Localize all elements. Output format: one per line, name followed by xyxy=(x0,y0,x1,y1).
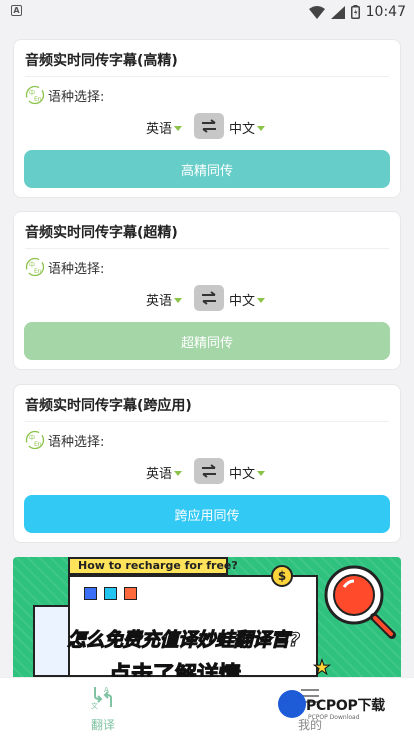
high-precision-translate-button[interactable]: 高精同传 xyxy=(24,150,390,188)
translate-icon: 中En xyxy=(25,430,45,450)
wifi-icon xyxy=(308,5,325,19)
language-selector: 英语 中文 xyxy=(14,458,400,484)
translate-icon: 中En xyxy=(25,85,45,105)
chevron-down-icon xyxy=(257,471,266,476)
language-label: 语种选择: xyxy=(48,89,105,105)
magnifier-icon xyxy=(324,565,396,639)
card-cross-app: 音频实时同传字幕(跨应用) 中 En 语种选择: 英语 中文 跨应用同传 xyxy=(13,384,401,543)
notification-icon: A xyxy=(11,5,22,16)
headline-part: 充值译妙蛙翻译官? xyxy=(141,629,301,652)
divider xyxy=(25,248,389,249)
swap-languages-button[interactable] xyxy=(194,285,224,311)
target-language-dropdown[interactable]: 中文 xyxy=(229,463,266,482)
banner-question: How to recharge for free? xyxy=(68,557,238,575)
promo-banner[interactable]: How to recharge for free? $ 怎么免费充值译妙蛙翻译官… xyxy=(13,557,401,677)
card-title: 音频实时同传字幕(跨应用) xyxy=(25,398,192,414)
cross-app-translate-button[interactable]: 跨应用同传 xyxy=(24,495,390,533)
language-selector: 英语 中文 xyxy=(14,285,400,311)
watermark-tagline: PCPOP Download xyxy=(308,714,360,721)
headline-part: 怎么 xyxy=(66,629,105,652)
tab-translate[interactable]: A 文 翻译 xyxy=(73,684,133,733)
star-icon: ★ xyxy=(313,655,332,678)
status-bar: A 10:47 xyxy=(0,0,414,24)
card-high-precision: 音频实时同传字幕(高精) 中 En 语种选择: 英语 中文 高精同传 xyxy=(13,39,401,198)
signal-icon xyxy=(330,5,345,19)
svg-text:文: 文 xyxy=(91,701,98,710)
language-row: 中 En 语种选择: xyxy=(25,85,104,105)
target-language-label: 中文 xyxy=(229,294,256,309)
chevron-down-icon xyxy=(174,298,182,303)
chevron-down-icon xyxy=(257,126,266,131)
source-language-label: 英语 xyxy=(145,122,172,137)
status-time: 10:47 xyxy=(365,4,406,20)
target-language-label: 中文 xyxy=(229,467,256,482)
target-language-label: 中文 xyxy=(229,122,256,137)
card-title: 音频实时同传字幕(高精) xyxy=(25,53,178,69)
divider xyxy=(25,421,389,422)
chevron-down-icon xyxy=(257,298,266,303)
svg-text:En: En xyxy=(34,96,42,103)
svg-text:A: A xyxy=(104,686,109,694)
divider xyxy=(25,76,389,77)
swap-languages-button[interactable] xyxy=(194,113,224,139)
source-language-dropdown[interactable]: 英语 xyxy=(146,290,182,309)
source-language-dropdown[interactable]: 英语 xyxy=(146,463,182,482)
chevron-down-icon xyxy=(174,471,182,476)
ultra-precision-translate-button[interactable]: 超精同传 xyxy=(24,322,390,360)
window-square-icon xyxy=(104,587,117,600)
svg-text:En: En xyxy=(34,268,42,275)
language-selector: 英语 中文 xyxy=(14,113,400,139)
language-label: 语种选择: xyxy=(48,434,105,450)
swap-icon xyxy=(202,291,216,305)
chevron-down-icon xyxy=(174,126,182,131)
banner-headline: 怎么免费充值译妙蛙翻译官? xyxy=(66,625,301,652)
banner-subline: 点击了解详情 xyxy=(108,663,242,678)
tab-label: 翻译 xyxy=(90,718,115,732)
watermark: PCPOP下载 PCPOP Download xyxy=(278,690,408,730)
swap-icon xyxy=(202,464,216,478)
card-title: 音频实时同传字幕(超精) xyxy=(25,225,178,241)
watermark-logo xyxy=(278,690,306,718)
coin-icon: $ xyxy=(271,565,293,587)
swap-icon xyxy=(202,119,216,133)
language-row: 中 En 语种选择: xyxy=(25,430,104,450)
translate-icon: 中En xyxy=(25,257,45,277)
target-language-dropdown[interactable]: 中文 xyxy=(229,118,266,137)
language-label: 语种选择: xyxy=(48,261,105,277)
card-ultra-precision: 音频实时同传字幕(超精) 中 En 语种选择: 英语 中文 超精同传 xyxy=(13,211,401,370)
window-square-icon xyxy=(84,587,97,600)
battery-icon xyxy=(350,5,360,19)
headline-highlight: 免费 xyxy=(104,629,143,652)
target-language-dropdown[interactable]: 中文 xyxy=(229,290,266,309)
source-language-dropdown[interactable]: 英语 xyxy=(146,118,182,137)
swap-languages-button[interactable] xyxy=(194,458,224,484)
watermark-brand: PCPOP下载 xyxy=(306,698,385,714)
svg-text:En: En xyxy=(34,441,42,448)
source-language-label: 英语 xyxy=(145,467,172,482)
source-language-label: 英语 xyxy=(145,294,172,309)
language-row: 中 En 语种选择: xyxy=(25,257,104,277)
window-square-icon xyxy=(124,587,137,600)
translate-tab-icon: A 文 xyxy=(91,686,112,710)
